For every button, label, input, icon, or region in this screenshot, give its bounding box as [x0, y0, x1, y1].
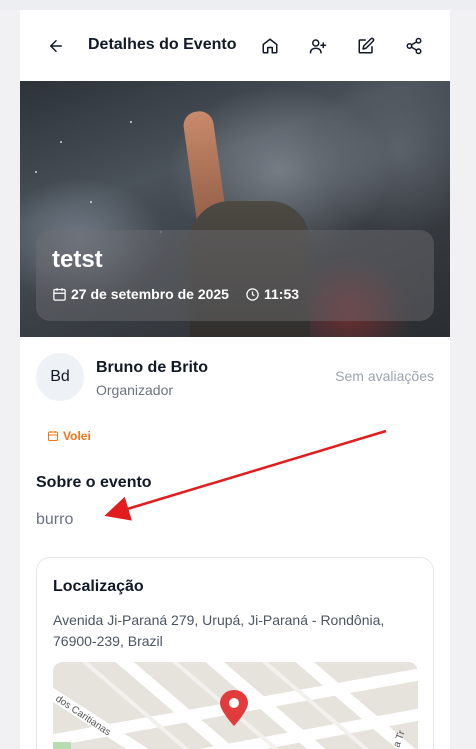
clock-icon: [246, 287, 259, 301]
back-button[interactable]: [44, 34, 68, 58]
organizer-row[interactable]: Bd Bruno de Brito Organizador Sem avalia…: [36, 353, 434, 401]
organizer-role: Organizador: [96, 382, 174, 398]
location-heading: Localização: [53, 578, 144, 595]
share-icon: [406, 37, 422, 55]
rating-status: Sem avaliações: [335, 368, 434, 384]
calendar-icon: [48, 431, 58, 441]
home-icon: [262, 38, 278, 54]
about-description: burro: [36, 511, 74, 528]
share-button[interactable]: [402, 34, 426, 58]
event-time: 11:53: [263, 286, 300, 302]
about-heading: Sobre o evento: [36, 474, 152, 491]
event-meta: 27 de setembro de 2025 11:53: [52, 286, 299, 302]
event-info-card: tetst 27 de setembro de 2025 11:53: [36, 230, 434, 321]
edit-icon: [358, 37, 375, 54]
location-address: Avenida Ji-Paraná 279, Urupá, Ji-Paraná …: [53, 612, 385, 649]
map-graphic: dos Caritianas a Tr: [53, 662, 418, 749]
app-header: Detalhes do Evento: [20, 10, 450, 81]
home-button[interactable]: [258, 34, 282, 58]
organizer-name: Bruno de Brito: [96, 359, 208, 376]
category-tag: Volei: [47, 429, 91, 443]
event-cover-image: tetst 27 de setembro de 2025 11:53: [20, 81, 450, 337]
event-title: tetst: [52, 246, 103, 273]
browser-top-strip: [0, 0, 476, 10]
edit-button[interactable]: [354, 34, 378, 58]
location-card: Localização Avenida Ji-Paraná 279, Urupá…: [36, 557, 434, 749]
calendar-icon: [53, 287, 66, 301]
invite-user-button[interactable]: [306, 34, 330, 58]
arrow-left-icon: [50, 40, 62, 52]
event-date: 27 de setembro de 2025: [71, 286, 229, 302]
avatar: Bd: [36, 353, 84, 401]
category-label: Volei: [63, 429, 91, 443]
location-map[interactable]: dos Caritianas a Tr: [53, 662, 418, 749]
page-title: Detalhes do Evento: [88, 36, 237, 53]
user-plus-icon: [309, 39, 327, 54]
event-details-screen: Detalhes do Evento tetst 27 de setembro …: [20, 10, 450, 749]
